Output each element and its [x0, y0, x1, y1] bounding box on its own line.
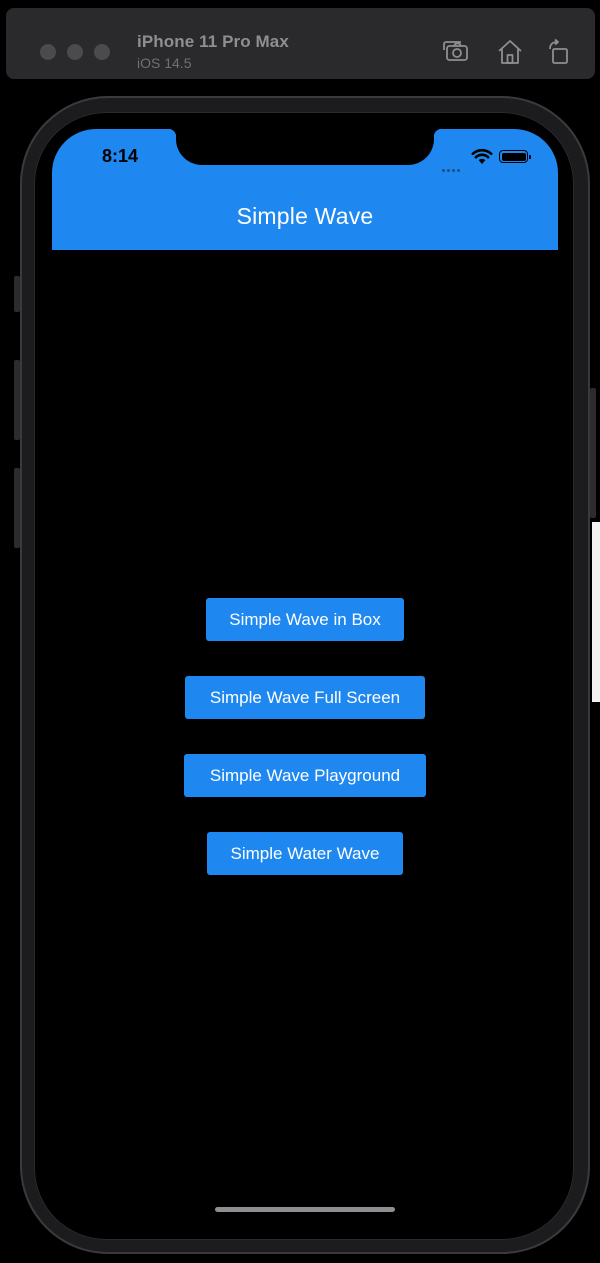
simple-wave-in-box-button[interactable]: Simple Wave in Box — [206, 598, 404, 641]
simulator-title-bar: iPhone 11 Pro Max iOS 14.5 — [6, 8, 595, 79]
close-window-button[interactable] — [40, 44, 56, 60]
background-window-edge — [592, 522, 600, 702]
device-notch — [168, 129, 442, 165]
device-screen: 8:14 Simple Wave Simple Wave in Box Simp… — [52, 129, 558, 1231]
status-icons — [440, 147, 536, 172]
simple-wave-playground-button[interactable]: Simple Wave Playground — [184, 754, 426, 797]
status-time: 8:14 — [102, 146, 139, 166]
screenshot-icon[interactable] — [441, 37, 471, 67]
rotate-icon[interactable] — [544, 37, 574, 67]
app-title: Simple Wave — [236, 203, 374, 229]
power-button — [590, 388, 596, 518]
cellular-signal-icon — [442, 159, 464, 172]
simulator-device-name: iPhone 11 Pro Max — [137, 32, 289, 51]
simulator-os-version: iOS 14.5 — [137, 55, 192, 71]
simple-wave-full-screen-button[interactable]: Simple Wave Full Screen — [185, 676, 425, 719]
battery-icon — [499, 150, 531, 163]
minimize-window-button[interactable] — [67, 44, 83, 60]
zoom-window-button[interactable] — [94, 44, 110, 60]
home-icon[interactable] — [495, 37, 525, 67]
simple-water-wave-button[interactable]: Simple Water Wave — [207, 832, 403, 875]
wifi-icon — [471, 147, 493, 165]
simulator-window: iPhone 11 Pro Max iOS 14.5 8:14 Simple W… — [0, 0, 600, 1263]
home-indicator[interactable] — [215, 1207, 395, 1212]
